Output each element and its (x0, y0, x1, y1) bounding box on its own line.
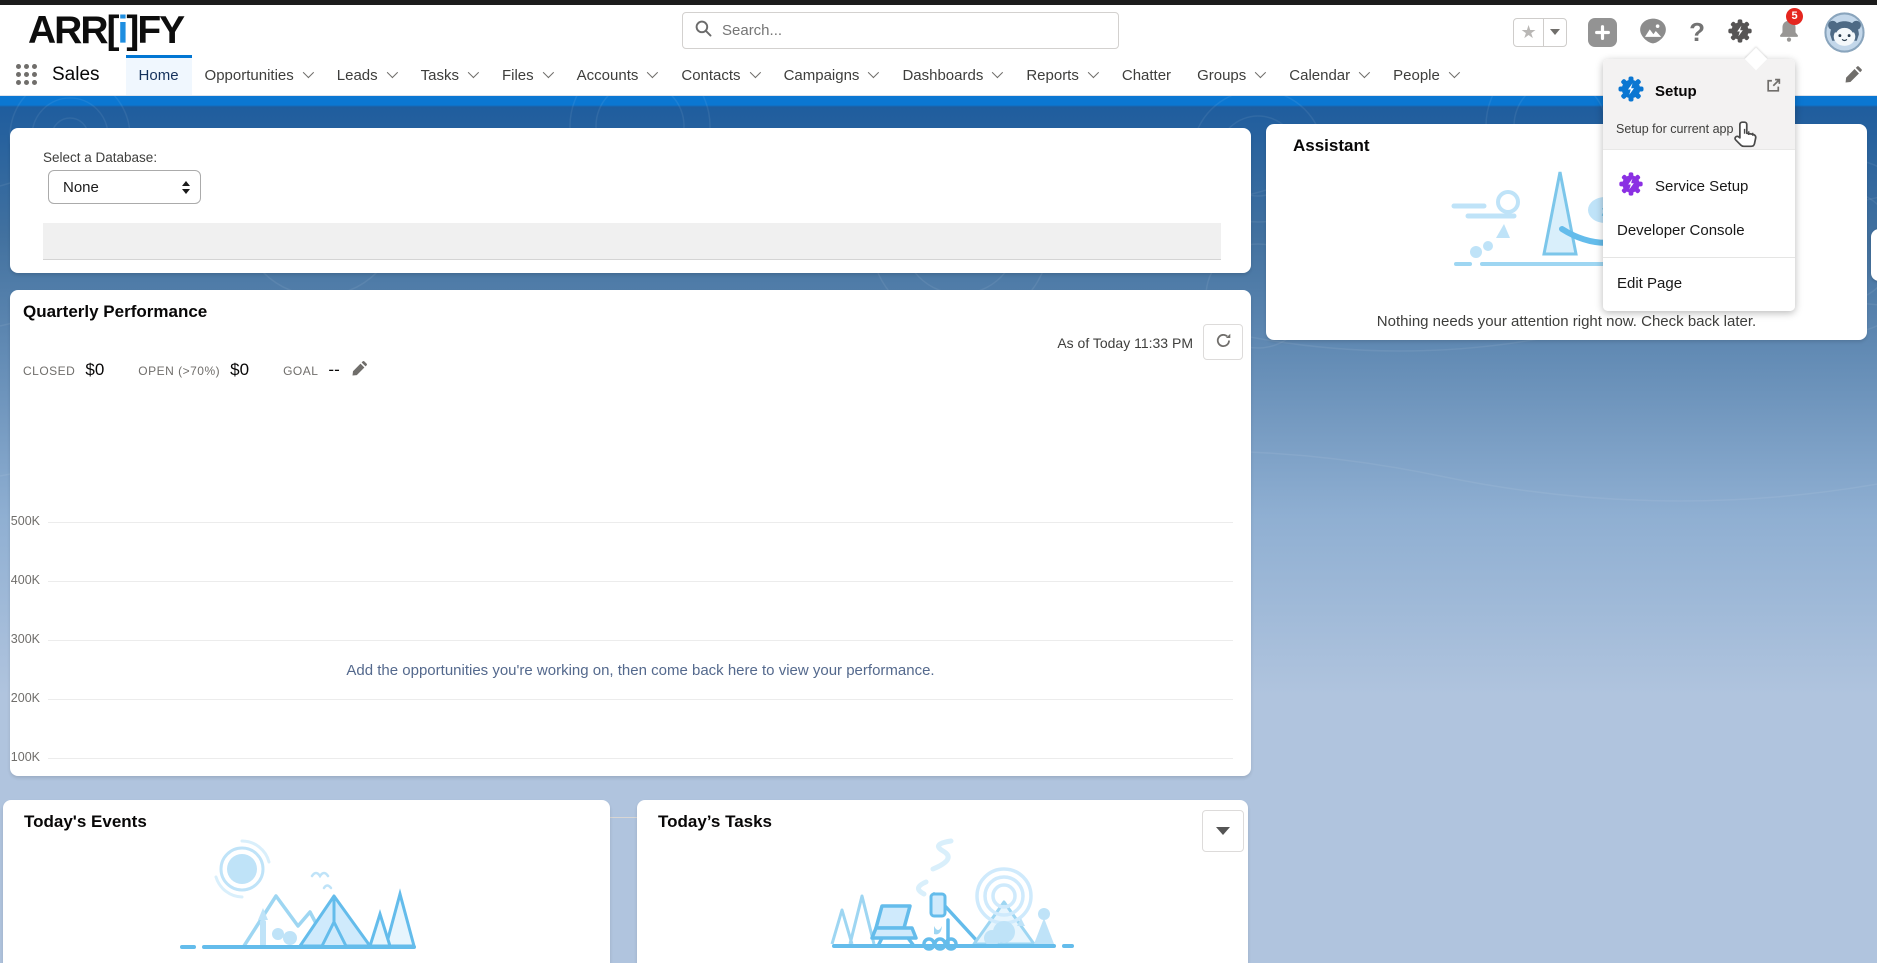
tab-opportunities[interactable]: Opportunities (192, 55, 324, 95)
setup-menu-subtitle: Setup for current app (1616, 122, 1781, 136)
global-actions-button[interactable] (1588, 18, 1617, 47)
gear-icon (1726, 17, 1754, 48)
database-select[interactable]: None (48, 170, 201, 204)
help-button[interactable]: ? (1689, 19, 1705, 45)
nav-tabs: Home Opportunities Leads Tasks Files Acc… (126, 55, 1470, 95)
external-link-icon (1765, 77, 1782, 99)
tab-chatter[interactable]: Chatter (1109, 55, 1184, 95)
favorite-star-button[interactable]: ★ (1514, 19, 1543, 46)
pencil-icon (1845, 65, 1863, 86)
database-select-label: Select a Database: (43, 150, 157, 165)
star-icon: ★ (1521, 23, 1537, 41)
quarterly-performance-card: Quarterly Performance As of Today 11:33 … (10, 290, 1251, 776)
header-actions: ★ ? (1513, 12, 1865, 52)
setup-gear-button[interactable] (1726, 17, 1754, 48)
app-launcher-icon[interactable] (16, 64, 38, 86)
database-empty-list-bar (43, 223, 1221, 260)
todays-events-card: Today's Events (3, 800, 610, 963)
app-navigation-bar: Sales Home Opportunities Leads Tasks Fil… (0, 55, 1877, 96)
todays-tasks-card: Today’s Tasks (637, 800, 1248, 963)
y-axis-tick: 100K (10, 750, 40, 764)
setup-gear-blue-icon (1616, 74, 1646, 109)
help-icon: ? (1689, 19, 1705, 45)
events-empty-illustration (3, 834, 610, 963)
docked-panel-edge (1871, 229, 1877, 281)
service-setup-gear-icon (1617, 170, 1645, 202)
chevron-down-icon[interactable] (542, 66, 553, 77)
tab-contacts[interactable]: Contacts (668, 55, 770, 95)
y-axis-tick: 500K (10, 514, 40, 528)
tab-dashboards[interactable]: Dashboards (889, 55, 1013, 95)
global-header: ARR[i]FY ★ ? (0, 5, 1877, 55)
chevron-down-icon[interactable] (303, 66, 314, 77)
notifications-button[interactable]: 5 (1775, 17, 1803, 48)
chevron-down-icon[interactable] (386, 66, 397, 77)
favorites-button-group: ★ (1513, 18, 1567, 47)
home-page-content: Select a Database: None Assistant (0, 96, 1877, 963)
setup-dropdown-menu: Setup Setup for current app (1603, 59, 1795, 311)
chart-empty-message: Add the opportunities you're working on,… (48, 662, 1233, 679)
y-axis-tick: 200K (10, 691, 40, 705)
tab-home[interactable]: Home (126, 55, 192, 95)
chevron-down-icon[interactable] (468, 66, 479, 77)
chevron-down-icon[interactable] (749, 66, 760, 77)
database-select-value: None (63, 179, 182, 196)
database-selector-card: Select a Database: None (10, 128, 1251, 273)
chevron-down-icon (1550, 29, 1560, 35)
chevron-down-icon[interactable] (1088, 66, 1099, 77)
chevron-down-icon[interactable] (1255, 66, 1266, 77)
y-axis-tick: 400K (10, 573, 40, 587)
search-icon (695, 20, 712, 42)
trailhead-icon (1638, 16, 1668, 49)
current-app-name: Sales (52, 64, 100, 86)
tab-leads[interactable]: Leads (324, 55, 408, 95)
trailhead-guidance-button[interactable] (1638, 16, 1668, 49)
tasks-title: Today’s Tasks (658, 812, 772, 832)
edit-navigation-button[interactable] (1845, 65, 1863, 86)
select-stepper-icon (182, 181, 190, 194)
search-input[interactable] (722, 22, 1106, 39)
menu-item-edit-page[interactable]: Edit Page (1603, 258, 1795, 311)
chevron-down-icon[interactable] (992, 66, 1003, 77)
tab-files[interactable]: Files (489, 55, 564, 95)
setup-menu-title: Setup (1655, 83, 1697, 100)
company-logo[interactable]: ARR[i]FY (28, 9, 183, 53)
assistant-title: Assistant (1293, 136, 1370, 156)
tab-tasks[interactable]: Tasks (408, 55, 489, 95)
salesforce-home-page: ARR[i]FY ★ ? (0, 0, 1877, 963)
tab-groups[interactable]: Groups (1184, 55, 1276, 95)
tab-calendar[interactable]: Calendar (1276, 55, 1380, 95)
user-avatar[interactable] (1824, 12, 1865, 53)
favorites-list-button[interactable] (1543, 19, 1566, 46)
tab-campaigns[interactable]: Campaigns (771, 55, 890, 95)
notification-badge: 5 (1786, 8, 1803, 25)
tasks-empty-illustration (637, 834, 1248, 963)
tab-reports[interactable]: Reports (1013, 55, 1109, 95)
tab-accounts[interactable]: Accounts (564, 55, 669, 95)
chevron-down-icon[interactable] (1359, 66, 1370, 77)
performance-chart: 500K 400K 300K 200K 100K 0 Nov Dec Jan F… (10, 290, 1251, 776)
menu-item-setup[interactable]: Setup Setup for current app (1603, 59, 1795, 150)
global-search[interactable] (682, 12, 1119, 49)
y-axis-tick: 300K (10, 632, 40, 646)
chevron-down-icon[interactable] (1449, 66, 1460, 77)
menu-item-developer-console[interactable]: Developer Console (1603, 212, 1795, 257)
events-title: Today's Events (24, 812, 147, 832)
plus-icon (1588, 18, 1617, 47)
chevron-down-icon[interactable] (647, 66, 658, 77)
tab-people[interactable]: People (1380, 55, 1470, 95)
menu-item-service-setup[interactable]: Service Setup (1603, 150, 1795, 212)
assistant-empty-message: Nothing needs your attention right now. … (1266, 313, 1867, 330)
chevron-down-icon[interactable] (868, 66, 879, 77)
